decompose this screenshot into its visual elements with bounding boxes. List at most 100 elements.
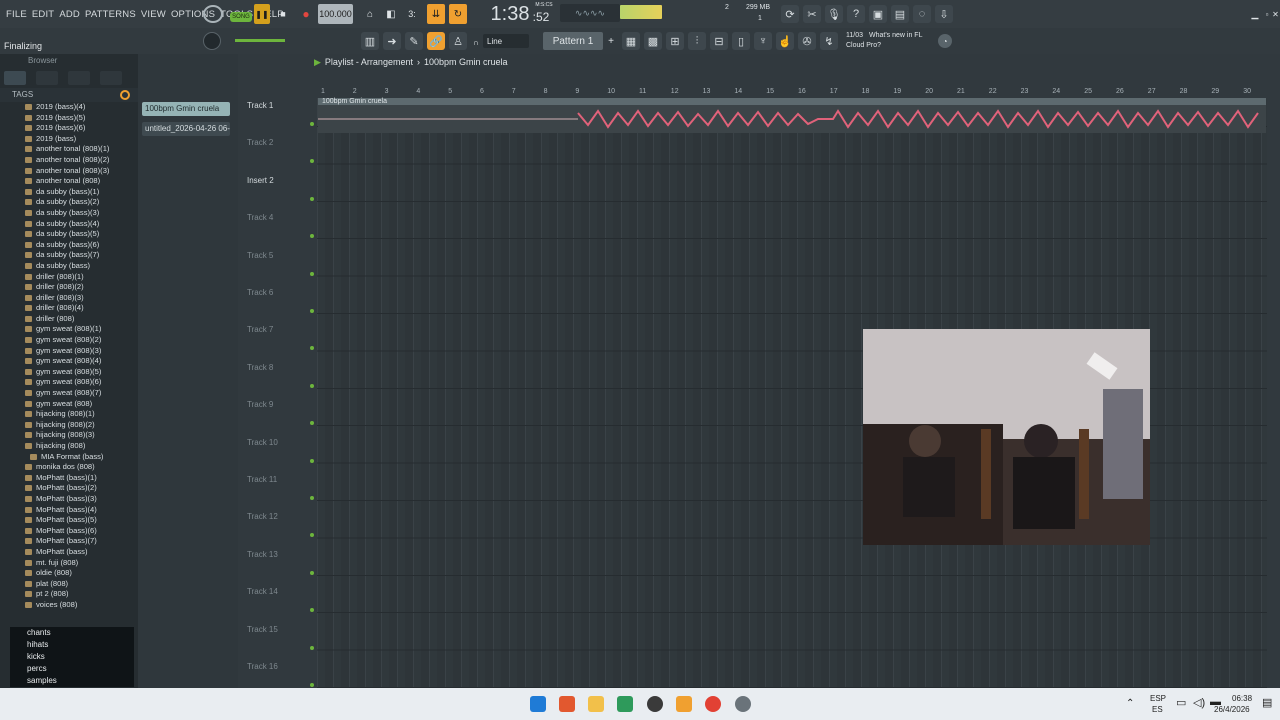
browser-tree-icon[interactable]: ⊟: [710, 32, 728, 50]
category-item[interactable]: percs: [10, 663, 134, 675]
folder-item[interactable]: gym sweat (808)(7): [0, 388, 138, 399]
browser-all-icon[interactable]: [36, 71, 58, 85]
wrench-icon[interactable]: ✇: [798, 32, 816, 50]
track-mute-icon[interactable]: [310, 196, 314, 201]
fl-studio-icon[interactable]: [676, 696, 692, 712]
brave-icon[interactable]: [559, 696, 575, 712]
folder-item[interactable]: another tonal (808)(2): [0, 155, 138, 166]
folder-item[interactable]: MoPhatt (bass)(4): [0, 505, 138, 516]
tags-search-icon[interactable]: [120, 90, 130, 100]
minimize-icon[interactable]: ▁: [1248, 4, 1262, 24]
menu-edit[interactable]: EDIT: [32, 9, 54, 20]
folder-item[interactable]: MoPhatt (bass)(1): [0, 473, 138, 484]
folder-item[interactable]: 2019 (bass)(5): [0, 113, 138, 124]
folder-item[interactable]: driller (808)(1): [0, 272, 138, 283]
piano-roll-icon[interactable]: ▥: [361, 32, 379, 50]
mixer-icon[interactable]: 🎙: [825, 5, 843, 23]
start-icon[interactable]: [530, 696, 546, 712]
track-header[interactable]: Track 8: [244, 360, 316, 397]
tempo-display[interactable]: 100.000: [318, 4, 353, 24]
track-mute-icon[interactable]: [310, 122, 314, 126]
obs-icon[interactable]: [647, 696, 663, 712]
folder-item[interactable]: MIA Format (bass): [0, 452, 138, 463]
folder-item[interactable]: MoPhatt (bass)(3): [0, 494, 138, 505]
master-volume-slider[interactable]: [235, 39, 285, 42]
folder-item[interactable]: da subby (bass)(5): [0, 229, 138, 240]
folder-item[interactable]: MoPhatt (bass)(5): [0, 515, 138, 526]
track-mute-icon[interactable]: [310, 496, 314, 500]
add-pattern-icon[interactable]: +: [605, 34, 617, 48]
folder-item[interactable]: hijacking (808): [0, 441, 138, 452]
audio-clip[interactable]: [318, 98, 1266, 133]
track-mute-icon[interactable]: [310, 346, 314, 351]
folder-item[interactable]: da subby (bass)(1): [0, 187, 138, 198]
track-mute-icon[interactable]: [310, 645, 314, 650]
undo-icon[interactable]: ⟳: [781, 5, 799, 23]
track-header[interactable]: Track 11: [244, 472, 316, 509]
folder-item[interactable]: MoPhatt (bass): [0, 547, 138, 558]
track-header[interactable]: Track 14: [244, 584, 316, 621]
folder-item[interactable]: driller (808): [0, 314, 138, 325]
folder-item[interactable]: 2019 (bass)(4): [0, 102, 138, 113]
playlist-play-icon[interactable]: ▶: [314, 57, 321, 68]
track-header[interactable]: Track 5: [244, 248, 316, 285]
folder-item[interactable]: gym sweat (808)(2): [0, 335, 138, 346]
network-icon[interactable]: ▭: [1176, 696, 1186, 709]
folder-item[interactable]: driller (808)(4): [0, 303, 138, 314]
folder-item[interactable]: da subby (bass)(4): [0, 219, 138, 230]
category-item[interactable]: chants: [10, 627, 134, 639]
track-header[interactable]: Insert 2: [244, 173, 316, 210]
pattern-select[interactable]: Pattern 1: [543, 32, 603, 50]
folder-item[interactable]: 2019 (bass)(6): [0, 123, 138, 134]
touch-icon[interactable]: ☝: [776, 32, 794, 50]
link-icon[interactable]: 🔗: [427, 32, 445, 50]
track-header[interactable]: Track 4: [244, 210, 316, 247]
track-mute-icon[interactable]: [310, 570, 314, 575]
category-item[interactable]: kicks: [10, 651, 134, 663]
plugin-icon[interactable]: ▤: [891, 5, 909, 23]
lang-region[interactable]: ES: [1152, 705, 1163, 714]
metronome-icon[interactable]: ⌂: [362, 4, 378, 24]
master-volume-knob[interactable]: [203, 32, 221, 50]
piano-icon[interactable]: ⊞: [666, 32, 684, 50]
close-icon[interactable]: ✕: [1271, 4, 1280, 24]
folder-item[interactable]: plat (808): [0, 579, 138, 590]
menu-file[interactable]: FILE: [6, 9, 27, 20]
sync-icon[interactable]: ↯: [820, 32, 838, 50]
folder-item[interactable]: hijacking (808)(3): [0, 430, 138, 441]
song-mode-toggle[interactable]: SONG: [230, 12, 252, 22]
folder-item[interactable]: MoPhatt (bass)(2): [0, 483, 138, 494]
snap-magnet-icon[interactable]: ∩: [471, 36, 481, 48]
news-line2[interactable]: Cloud Pro?: [846, 40, 906, 50]
project-icon[interactable]: ▯: [732, 32, 750, 50]
track-header[interactable]: Track 1: [244, 98, 316, 135]
stamp-icon[interactable]: ♙: [449, 32, 467, 50]
browser-folder-icon[interactable]: [68, 71, 90, 85]
folder-item[interactable]: gym sweat (808)(3): [0, 346, 138, 357]
pencil-icon[interactable]: ✎: [405, 32, 423, 50]
folder-item[interactable]: MoPhatt (bass)(6): [0, 526, 138, 537]
track-mute-icon[interactable]: [310, 383, 314, 388]
clock-date[interactable]: 26/4/2026: [1214, 705, 1250, 714]
folder-item[interactable]: da subby (bass)(7): [0, 250, 138, 261]
folder-item[interactable]: gym sweat (808): [0, 399, 138, 410]
menu-add[interactable]: ADD: [59, 9, 80, 20]
folder-item[interactable]: da subby (bass): [0, 261, 138, 272]
folder-item[interactable]: hijacking (808)(2): [0, 420, 138, 431]
folder-item[interactable]: da subby (bass)(6): [0, 240, 138, 251]
folder-item[interactable]: da subby (bass)(2): [0, 197, 138, 208]
folder-item[interactable]: another tonal (808)(3): [0, 166, 138, 177]
menu-view[interactable]: VIEW: [141, 9, 166, 20]
folder-item[interactable]: gym sweat (808)(1): [0, 324, 138, 335]
chrome-icon[interactable]: [705, 696, 721, 712]
cut-tool-icon[interactable]: ✂: [803, 5, 821, 23]
track-header[interactable]: Track 9: [244, 397, 316, 434]
playlist-icon[interactable]: ▦: [622, 32, 640, 50]
loop-record-icon[interactable]: ↻: [449, 4, 467, 24]
folder-item[interactable]: MoPhatt (bass)(7): [0, 536, 138, 547]
folder-item[interactable]: another tonal (808): [0, 176, 138, 187]
picker-clip-2[interactable]: untitled_2026-04-26 06-: [142, 122, 230, 136]
track-mute-icon[interactable]: [310, 608, 314, 613]
news-refresh-icon[interactable]: ◔: [938, 34, 952, 48]
track-mute-icon[interactable]: [310, 683, 314, 687]
